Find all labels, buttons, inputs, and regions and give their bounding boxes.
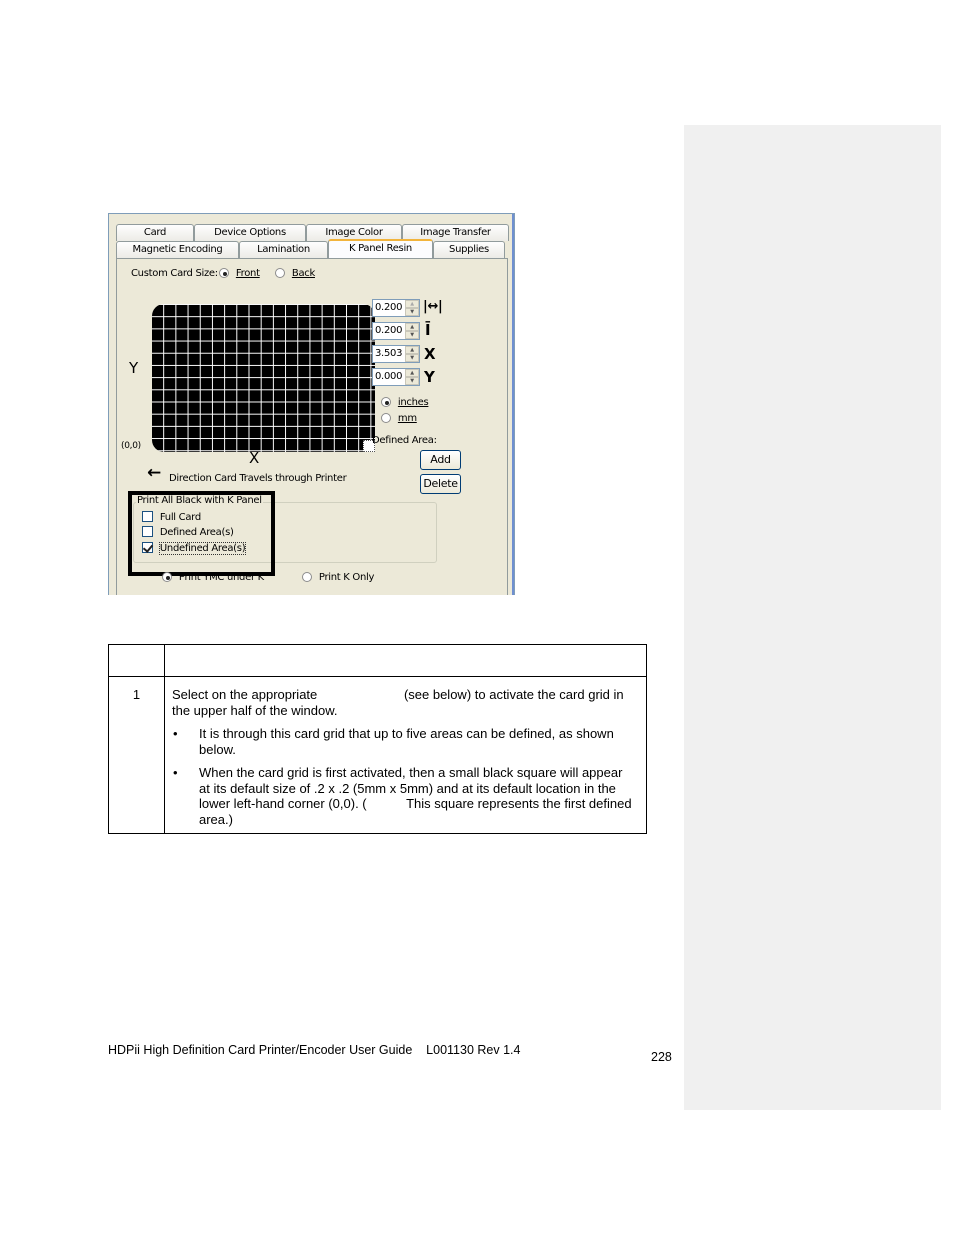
delete-button[interactable]: Delete [420, 474, 461, 494]
width-spinner-arrows[interactable]: ▲ ▼ [405, 300, 419, 316]
tab-lamination[interactable]: Lamination [239, 241, 328, 258]
bullet-icon: • [173, 765, 178, 780]
bullet-icon: • [173, 726, 178, 741]
x-icon: X [424, 345, 436, 363]
radio-print-ymc-indicator[interactable] [162, 572, 172, 582]
width-value[interactable]: 0.200 [375, 302, 402, 313]
spin-up-icon[interactable]: ▲ [405, 346, 419, 354]
step-number: 1 [108, 676, 165, 834]
spin-up-icon[interactable]: ▲ [405, 369, 419, 377]
x-spinner-arrows[interactable]: ▲ ▼ [405, 346, 419, 362]
direction-label: Direction Card Travels through Printer [169, 473, 347, 484]
k-panel-resin-panel: Custom Card Size: Front Back Y (0,0) X 0… [116, 258, 508, 595]
printer-properties-dialog: Card Device Options Image Color Image Tr… [108, 213, 515, 595]
height-spinner-arrows[interactable]: ▲ ▼ [405, 323, 419, 339]
x-value[interactable]: 3.503 [375, 348, 402, 359]
tab-device-options[interactable]: Device Options [194, 224, 306, 241]
header-step-cell [108, 644, 165, 677]
comment-sidebar [684, 125, 941, 1110]
spin-down-icon[interactable]: ▼ [405, 377, 419, 385]
width-spinner[interactable]: 0.200 ▲ ▼ [372, 299, 420, 317]
page-number: 228 [651, 1050, 672, 1064]
x-axis-label: X [249, 449, 259, 467]
radio-mm[interactable]: mm [381, 413, 417, 424]
table-header-row [108, 644, 647, 677]
y-spinner[interactable]: 0.000 ▲ ▼ [372, 368, 420, 386]
tab-row-2: Magnetic Encoding Lamination K Panel Res… [116, 239, 505, 258]
arrow-left-icon: ← [147, 463, 161, 483]
radio-inches-indicator[interactable] [381, 397, 391, 407]
tab-supplies[interactable]: Supplies [433, 241, 505, 258]
tab-row-1: Card Device Options Image Color Image Tr… [116, 224, 509, 241]
radio-print-k-only-label: Print K Only [318, 572, 375, 583]
height-value[interactable]: 0.200 [375, 325, 402, 336]
radio-inches[interactable]: inches [381, 397, 429, 408]
radio-front-indicator[interactable] [219, 268, 229, 278]
step-text: Select on the appropriate (see below) to… [172, 687, 628, 718]
step-body: Select on the appropriate (see below) to… [164, 676, 647, 834]
y-icon: Y [424, 368, 435, 386]
table-row: 1 Select on the appropriate (see below) … [108, 676, 647, 834]
height-icon: Ī [425, 321, 431, 339]
y-spinner-arrows[interactable]: ▲ ▼ [405, 369, 419, 385]
bullet-text: It is through this card grid that up to … [199, 726, 614, 757]
radio-mm-label: mm [397, 413, 417, 424]
radio-mm-indicator[interactable] [381, 413, 391, 423]
radio-front[interactable]: Front [219, 268, 260, 279]
width-icon: |↔| [423, 299, 443, 314]
tab-k-panel-resin[interactable]: K Panel Resin [328, 239, 433, 258]
list-item: • It is through this card grid that up t… [172, 726, 636, 757]
spin-down-icon[interactable]: ▼ [405, 331, 419, 339]
spin-down-icon[interactable]: ▼ [405, 354, 419, 362]
custom-card-size-label: Custom Card Size: [131, 268, 218, 279]
radio-print-k-only-indicator[interactable] [302, 572, 312, 582]
radio-inches-label: inches [397, 397, 429, 408]
spin-up-icon[interactable]: ▲ [405, 300, 419, 308]
procedure-table: 1 Select on the appropriate (see below) … [108, 644, 647, 834]
add-button[interactable]: Add [420, 450, 461, 470]
card-grid[interactable] [152, 304, 375, 452]
header-procedure-cell [164, 644, 647, 677]
radio-print-ymc-label: Print YMC under K [178, 572, 264, 583]
spin-up-icon[interactable]: ▲ [405, 323, 419, 331]
radio-back-label: Back [291, 268, 315, 279]
tab-card[interactable]: Card [116, 224, 194, 241]
radio-print-ymc-under-k[interactable]: Print YMC under K [162, 572, 264, 583]
y-axis-label: Y [129, 359, 138, 377]
footer-text: HDPii High Definition Card Printer/Encod… [108, 1043, 521, 1057]
callout-highlight-box [128, 491, 275, 576]
radio-back-indicator[interactable] [275, 268, 285, 278]
radio-back[interactable]: Back [275, 268, 315, 279]
y-value[interactable]: 0.000 [375, 371, 402, 382]
list-item: • When the card grid is first activated,… [172, 765, 636, 827]
window-border [512, 214, 514, 595]
bullet-text: When the card grid is first activated, t… [199, 765, 636, 827]
x-spinner[interactable]: 3.503 ▲ ▼ [372, 345, 420, 363]
radio-front-label: Front [235, 268, 260, 279]
defined-area-label: Defined Area: [372, 435, 437, 446]
height-spinner[interactable]: 0.200 ▲ ▼ [372, 322, 420, 340]
tab-magnetic-encoding[interactable]: Magnetic Encoding [116, 241, 239, 258]
spin-down-icon[interactable]: ▼ [405, 308, 419, 316]
origin-label: (0,0) [121, 441, 141, 451]
radio-print-k-only[interactable]: Print K Only [302, 572, 374, 583]
